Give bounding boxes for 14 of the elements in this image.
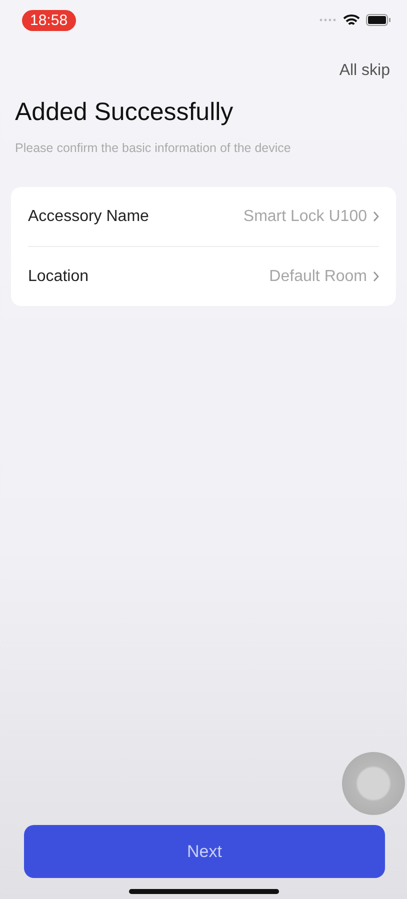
chevron-icon	[373, 211, 379, 222]
field-label: Accessory Name	[28, 208, 149, 226]
page-title: Added Successfully	[15, 98, 234, 127]
page-subtitle: Please confirm the basic information of the device	[15, 141, 292, 155]
next-button[interactable]: Next	[24, 825, 385, 878]
field-value[interactable]: Smart Lock U100	[243, 208, 367, 226]
chevron-icon	[373, 271, 379, 282]
wifi-icon	[343, 14, 360, 26]
skip-button[interactable]: All skip	[339, 62, 390, 80]
field-label: Location	[28, 268, 88, 286]
field-value[interactable]: Default Room	[269, 268, 367, 286]
battery-icon	[366, 14, 391, 26]
status-time: 18:58	[22, 10, 76, 30]
signal-icon	[319, 18, 337, 22]
